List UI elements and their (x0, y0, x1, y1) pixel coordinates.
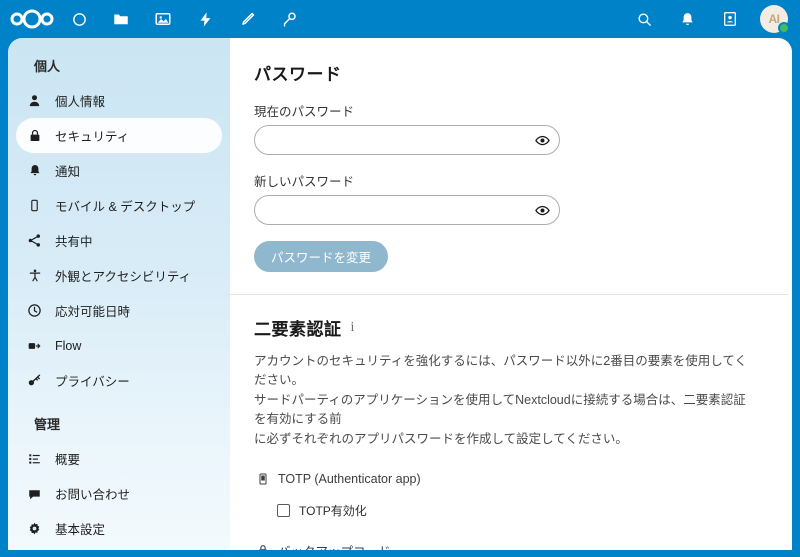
change-password-button[interactable]: パスワードを変更 (254, 241, 389, 272)
sidebar-item-label: 個人情報 (55, 95, 106, 109)
sidebar-item-shared[interactable]: 共有中 (16, 223, 222, 258)
share-icon (26, 232, 43, 249)
new-password-label: 新しいパスワード (254, 175, 355, 189)
twofactor-description-line2: サードパーティのアプリケーションを使用してNextcloudに接続する場合は、二… (254, 392, 746, 427)
twofactor-description-line3: に必ずそれぞれのアプリパスワードを作成して設定してください。 (254, 431, 628, 446)
backup-codes-header: バックアップコード (254, 541, 766, 550)
sidebar-item-label: 基本設定 (55, 523, 106, 537)
lock-icon (26, 127, 43, 144)
sidebar-caption-personal: 個人 (34, 59, 61, 74)
sidebar-item-notifications[interactable]: 通知 (16, 153, 222, 188)
top-navigation-bar: AI (0, 0, 800, 38)
chat-icon (26, 485, 43, 502)
sidebar-item-mobile-desktop[interactable]: モバイル & デスクトップ (16, 188, 222, 223)
totp-enable-label: TOTP有効化 (299, 503, 367, 518)
photos-icon[interactable] (150, 6, 176, 32)
clock-icon (26, 302, 43, 319)
sidebar-item-overview[interactable]: 概要 (16, 441, 222, 476)
bell-icon (26, 162, 43, 179)
totp-enable-checkbox-row[interactable]: TOTP有効化 (277, 502, 766, 519)
sidebar-item-appearance-accessibility[interactable]: 外観とアクセシビリティ (16, 258, 222, 293)
flow-icon (26, 337, 43, 354)
sidebar-item-flow[interactable]: Flow (16, 328, 222, 363)
twofactor-section-header: 二要素認証 i (254, 315, 766, 340)
sidebar-caption-administration: 管理 (34, 417, 61, 432)
password-section-title: パスワード (254, 65, 342, 84)
new-password-input[interactable] (254, 195, 560, 225)
notifications-icon[interactable] (674, 6, 700, 32)
user-icon (26, 92, 43, 109)
mobile-icon (26, 197, 43, 214)
sidebar-item-label: お問い合わせ (55, 488, 131, 502)
show-password-icon[interactable] (533, 131, 551, 149)
backup-codes-title: バックアップコード (278, 541, 391, 550)
app-frame: 個人 個人情報 セキュリティ 通知 モバイル & デスクトップ 共有中 外観とア… (8, 38, 792, 550)
notes-icon[interactable] (234, 6, 260, 32)
sidebar-item-label: 応対可能日時 (55, 305, 131, 319)
current-password-input[interactable] (254, 125, 560, 155)
top-bar-actions: AI (631, 5, 790, 34)
accessibility-icon (26, 267, 43, 284)
twofactor-description: アカウントのセキュリティを強化するには、パスワード以外に2番目の要素を使用してく… (254, 352, 754, 449)
overview-icon (26, 450, 43, 467)
sidebar-item-label: 通知 (55, 165, 81, 179)
device-icon (254, 471, 271, 488)
dashboard-icon[interactable] (66, 6, 92, 32)
sidebar-item-label: 共有中 (55, 235, 93, 249)
avatar[interactable]: AI (760, 5, 790, 34)
new-password-field-wrap (254, 195, 560, 225)
nextcloud-logo[interactable] (10, 8, 54, 30)
sidebar-item-personal-info[interactable]: 個人情報 (16, 83, 222, 118)
sidebar-item-basic-settings[interactable]: 基本設定 (16, 511, 222, 546)
sidebar-item-security[interactable]: セキュリティ (16, 118, 222, 153)
search-icon[interactable] (631, 6, 657, 32)
contacts-icon[interactable] (717, 6, 743, 32)
sidebar-item-label: 外観とアクセシビリティ (55, 270, 192, 284)
sidebar-item-label: 概要 (55, 453, 81, 467)
gear-icon (26, 520, 43, 537)
lock-icon (254, 542, 271, 550)
files-icon[interactable] (108, 6, 134, 32)
sidebar-item-availability[interactable]: 応対可能日時 (16, 293, 222, 328)
sidebar-item-label: セキュリティ (55, 130, 130, 144)
twofactor-section-title: 二要素認証 (254, 320, 342, 339)
section-divider (230, 294, 788, 295)
sidebar-item-privacy[interactable]: プライバシー (16, 363, 222, 398)
sidebar-item-label: Flow (55, 338, 82, 353)
current-password-field-wrap (254, 125, 560, 155)
sidebar-item-label: プライバシー (55, 375, 130, 389)
security-settings-content: パスワード 現在のパスワード 新しいパスワード パスワードを変更 二要素認証 i… (230, 38, 792, 550)
totp-provider-title: TOTP (Authenticator app) (278, 472, 421, 487)
sidebar-item-label: モバイル & デスクトップ (55, 200, 196, 214)
info-icon[interactable]: i (351, 320, 355, 336)
totp-enable-checkbox[interactable] (277, 503, 290, 517)
online-status-indicator (778, 22, 790, 34)
sidebar-item-contact[interactable]: お問い合わせ (16, 476, 222, 511)
current-password-label: 現在のパスワード (254, 105, 355, 119)
settings-sidebar: 個人 個人情報 セキュリティ 通知 モバイル & デスクトップ 共有中 外観とア… (8, 38, 230, 550)
key-icon (26, 372, 43, 389)
activity-icon[interactable] (192, 6, 218, 32)
passwords-icon[interactable] (276, 6, 302, 32)
twofactor-description-line1: アカウントのセキュリティを強化するには、パスワード以外に2番目の要素を使用してく… (254, 354, 747, 388)
totp-provider-header: TOTP (Authenticator app) (254, 471, 766, 488)
show-password-icon[interactable] (533, 201, 551, 219)
app-navigation (66, 6, 302, 32)
